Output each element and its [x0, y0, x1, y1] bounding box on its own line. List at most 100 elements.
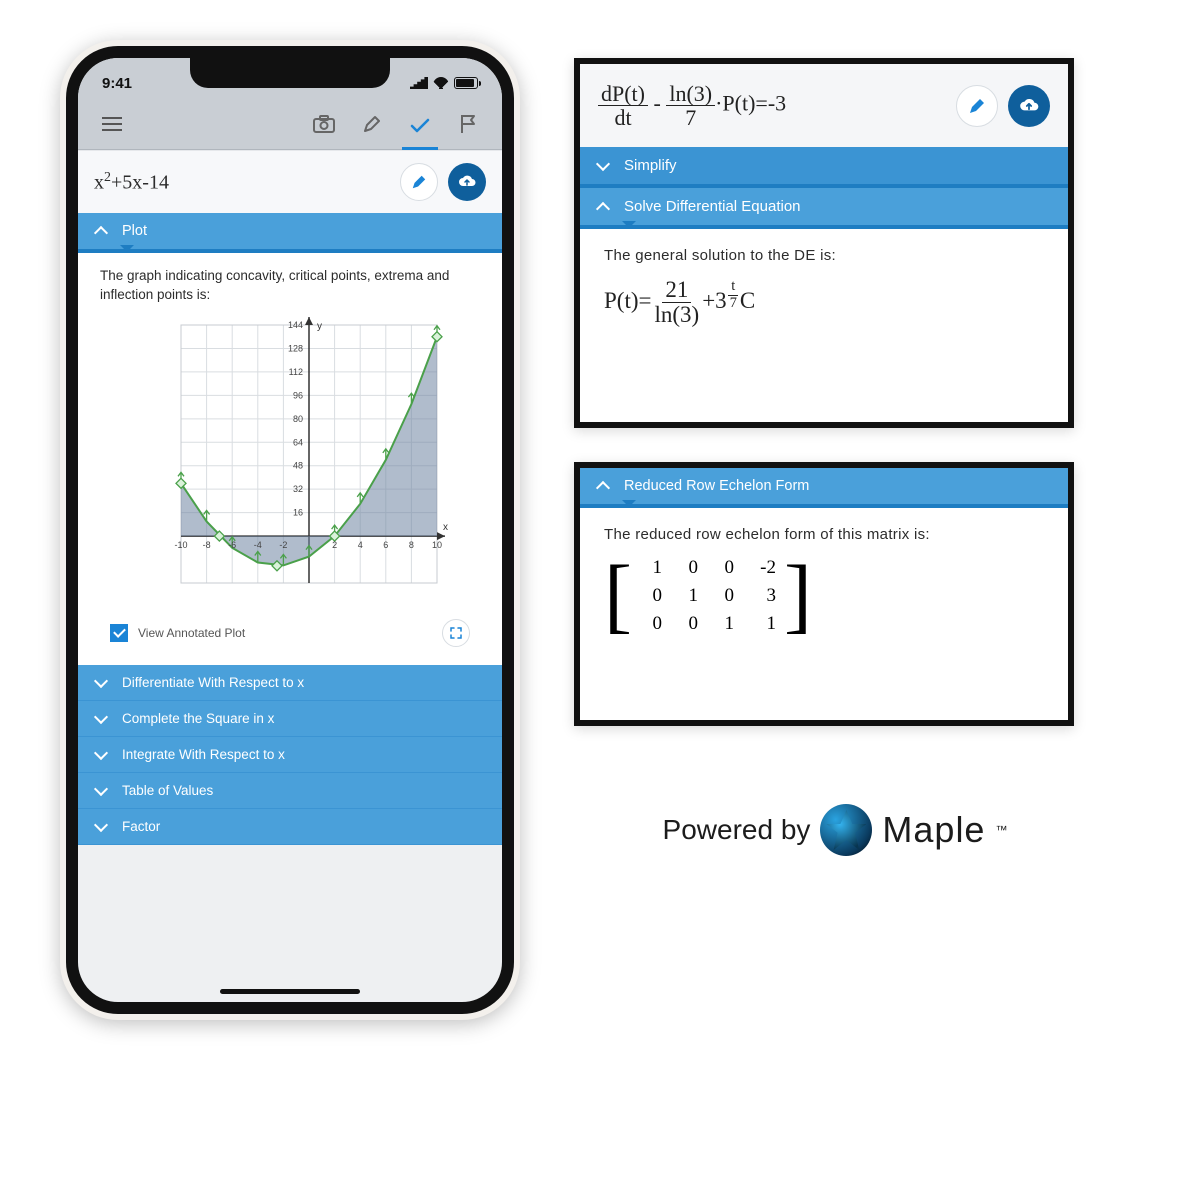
camera-button[interactable]	[306, 106, 342, 142]
phone-screen: 9:41 x2+5x-14	[66, 46, 514, 1014]
accordion-item-label: Table of Values	[122, 783, 213, 798]
annotated-checkbox-label: View Annotated Plot	[138, 626, 245, 640]
signal-icon	[410, 77, 428, 89]
solution-display: P(t)=21ln(3)+3t7C	[604, 278, 1044, 327]
accordion-plot-header[interactable]: Plot	[78, 213, 502, 253]
matrix-cell: 0	[712, 585, 734, 607]
matrix-cell: -2	[748, 557, 776, 579]
check-tab[interactable]	[402, 106, 438, 150]
powered-by-text: Powered by	[663, 814, 811, 846]
accordion-rref[interactable]: Reduced Row Echelon Form	[580, 468, 1068, 508]
accordion-rref-label: Reduced Row Echelon Form	[624, 478, 809, 494]
matrix-cell: 1	[640, 557, 662, 579]
status-time: 9:41	[102, 75, 132, 92]
accordion-item-label: Integrate With Respect to x	[122, 747, 285, 762]
maple-leaf-icon	[820, 804, 872, 856]
accordion-item-label: Complete the Square in x	[122, 711, 274, 726]
edit-button[interactable]	[354, 106, 390, 142]
card1-body-text: The general solution to the DE is:	[604, 247, 1044, 264]
edit-equation-button[interactable]	[956, 85, 998, 127]
svg-text:-10: -10	[174, 540, 187, 550]
accordion-plot-label: Plot	[122, 223, 147, 239]
svg-text:x: x	[443, 522, 448, 533]
expression-text: x2+5x-14	[94, 170, 390, 195]
plot-controls: View Annotated Plot	[100, 611, 480, 651]
card-rref: Reduced Row Echelon Form The reduced row…	[574, 462, 1074, 726]
edit-expression-button[interactable]	[400, 163, 438, 201]
upload-equation-button[interactable]	[1008, 85, 1050, 127]
chevron-up-icon	[596, 479, 610, 493]
annotated-checkbox[interactable]	[110, 624, 128, 642]
plot-description: The graph indicating concavity, critical…	[100, 267, 480, 305]
phone-notch	[190, 58, 390, 88]
svg-text:8: 8	[409, 540, 414, 550]
matrix-cell: 1	[748, 613, 776, 635]
check-icon	[410, 118, 430, 134]
plot-chart: -10-8-6-4-2246810163248648096112128144xy	[125, 311, 455, 611]
chevron-down-icon	[94, 747, 108, 761]
svg-text:32: 32	[293, 484, 303, 494]
svg-text:16: 16	[293, 507, 303, 517]
svg-text:10: 10	[432, 540, 442, 550]
plot-card: The graph indicating concavity, critical…	[78, 253, 502, 665]
matrix-cell: 1	[712, 613, 734, 635]
accordion-pointer	[622, 221, 636, 235]
expression-bar: x2+5x-14	[78, 150, 502, 213]
svg-text:80: 80	[293, 414, 303, 424]
svg-text:48: 48	[293, 461, 303, 471]
matrix-cell: 1	[676, 585, 698, 607]
matrix-row: 0011	[640, 613, 776, 635]
svg-text:-4: -4	[254, 540, 262, 550]
flag-icon	[459, 114, 477, 134]
svg-text:2: 2	[332, 540, 337, 550]
battery-icon	[454, 77, 478, 89]
chevron-down-icon	[94, 675, 108, 689]
matrix-cell: 0	[712, 557, 734, 579]
accordion-item[interactable]: Differentiate With Respect to x	[78, 665, 502, 701]
svg-text:-8: -8	[203, 540, 211, 550]
matrix-cell: 3	[748, 585, 776, 607]
svg-text:96: 96	[293, 390, 303, 400]
accordion-item[interactable]: Factor	[78, 809, 502, 845]
matrix-cell: 0	[676, 557, 698, 579]
accordion-simplify[interactable]: Simplify	[580, 147, 1068, 188]
chevron-down-icon	[94, 711, 108, 725]
brand-name: Maple	[882, 809, 985, 851]
menu-button[interactable]	[94, 106, 130, 142]
app-toolbar	[78, 98, 502, 150]
pencil-icon	[363, 115, 381, 133]
chevron-down-icon	[596, 159, 610, 173]
camera-icon	[313, 115, 335, 133]
accordion-item[interactable]: Integrate With Respect to x	[78, 737, 502, 773]
expand-plot-button[interactable]	[442, 619, 470, 647]
accordion-item[interactable]: Complete the Square in x	[78, 701, 502, 737]
plot-container: -10-8-6-4-2246810163248648096112128144xy	[100, 311, 480, 611]
svg-text:-6: -6	[228, 540, 236, 550]
flag-button[interactable]	[450, 106, 486, 142]
svg-text:4: 4	[358, 540, 363, 550]
card-differential-equation: dP(t)dt - ln(3)7·P(t)=-3 Simplify Solve …	[574, 58, 1074, 428]
svg-text:y: y	[317, 321, 322, 332]
home-indicator	[220, 989, 360, 994]
expand-icon	[450, 627, 462, 639]
matrix-rows: 100-201030011	[632, 557, 784, 635]
accordion-simplify-label: Simplify	[624, 157, 677, 174]
accordion-item-label: Differentiate With Respect to x	[122, 675, 304, 690]
accordion-list: Differentiate With Respect to x Complete …	[78, 665, 502, 845]
matrix-row: 0103	[640, 585, 776, 607]
card1-header: dP(t)dt - ln(3)7·P(t)=-3	[580, 64, 1068, 147]
chevron-down-icon	[94, 783, 108, 797]
accordion-solve-de[interactable]: Solve Differential Equation	[580, 188, 1068, 229]
accordion-item[interactable]: Table of Values	[78, 773, 502, 809]
chevron-up-icon	[94, 224, 108, 238]
matrix-display: [ 100-201030011 ]	[604, 557, 1044, 635]
svg-text:144: 144	[288, 320, 303, 330]
accordion-item-label: Factor	[122, 819, 160, 834]
pencil-icon	[968, 97, 986, 115]
svg-text:64: 64	[293, 437, 303, 447]
upload-button[interactable]	[448, 163, 486, 201]
chevron-down-icon	[94, 819, 108, 833]
svg-text:128: 128	[288, 343, 303, 353]
cloud-upload-icon	[1018, 97, 1040, 115]
trademark: ™	[995, 823, 1007, 837]
